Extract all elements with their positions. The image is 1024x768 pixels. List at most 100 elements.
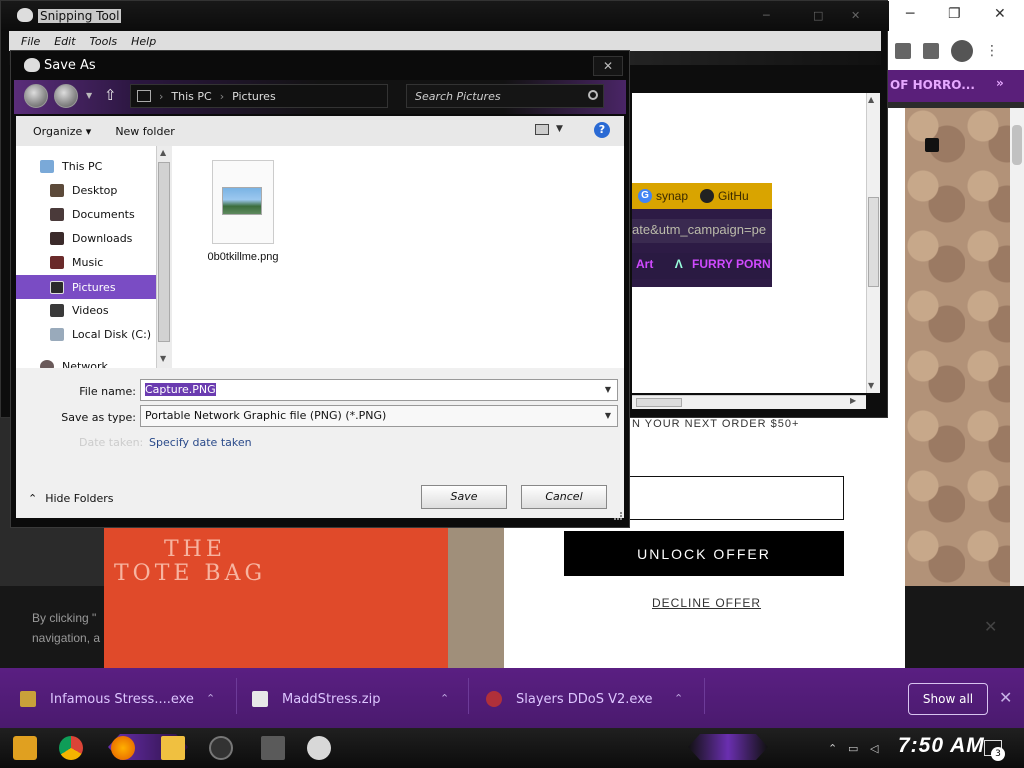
decline-offer-link[interactable]: DECLINE OFFER [652,596,761,610]
sidebar-item-this-pc[interactable]: This PC [16,154,156,178]
page-scrollbar[interactable] [1010,108,1024,668]
up-arrow-icon[interactable]: ⇧ [104,86,117,104]
chevron-up-icon[interactable]: ⌃ [440,692,449,705]
close-icon[interactable]: ✕ [999,688,1012,707]
search-input[interactable]: Search Pictures [406,84,604,108]
bookmark-horror[interactable]: OF HORRO... [890,78,975,92]
minimize-icon[interactable]: ─ [906,6,914,22]
page-scrollbar-thumb[interactable] [1012,125,1022,165]
cart-icon[interactable] [925,138,939,152]
unlock-offer-button[interactable]: UNLOCK OFFER [564,531,844,576]
download-item-2[interactable]: MaddStress.zip [252,690,380,708]
sidebar-item-label: This PC [62,159,103,173]
new-folder-button[interactable]: New folder [103,125,186,138]
sidebar-item-pictures[interactable]: Pictures [16,275,156,299]
tote-bag-image: THE TOTE BAG [104,528,504,668]
breadcrumb-this-pc[interactable]: This PC [171,90,211,103]
cancel-button[interactable]: Cancel [521,485,607,509]
forward-button[interactable] [54,84,78,108]
hide-folders-button[interactable]: ⌃ Hide Folders [28,492,114,505]
network-icon[interactable]: ▭ [848,742,858,755]
menu-edit[interactable]: Edit [49,35,80,48]
hide-folders-label: Hide Folders [45,492,114,505]
chrome-taskbar-icon[interactable] [56,732,86,764]
firefox-taskbar-icon[interactable] [108,732,138,764]
close-icon[interactable]: ✕ [994,6,1006,22]
floral-image [448,528,504,668]
github-icon [700,189,715,203]
dialog-toolbar: Organize ▾ New folder [16,116,624,146]
explorer-taskbar-icon[interactable] [158,732,188,764]
notification-badge: 3 [991,747,1005,761]
help-icon[interactable]: ? [594,122,610,138]
maximize-icon[interactable]: □ [813,9,823,22]
chevron-up-icon[interactable]: ⌃ [828,742,837,755]
cookie-banner: By clicking " navigation, a [0,586,104,668]
reading-list-icon[interactable] [895,43,911,59]
music-icon [50,255,64,269]
show-all-button[interactable]: Show all [908,683,988,715]
chevron-down-icon[interactable]: ▼ [605,385,611,394]
resize-grip[interactable] [614,512,622,520]
divider [236,678,237,714]
sidebar-item-videos[interactable]: Videos [16,298,156,322]
cookie-banner-right [905,586,1024,668]
clock[interactable]: 7:50 AM [898,734,985,758]
restore-icon[interactable]: ❐ [948,6,961,22]
sidebar-item-music[interactable]: Music [16,250,156,274]
view-options-icon[interactable] [535,124,549,135]
sidebar-item-network[interactable]: Network [16,354,156,368]
close-icon[interactable]: ✕ [851,9,860,22]
videos-icon [50,303,64,317]
volume-icon[interactable]: ◁ [870,742,878,755]
chevron-down-icon[interactable]: ▼ [605,411,611,420]
app-taskbar-icon[interactable] [206,732,236,764]
snip-vertical-scrollbar[interactable]: ▲ ▼ [866,93,880,393]
menu-tools[interactable]: Tools [85,35,123,48]
divider [704,678,705,714]
search-icon[interactable] [588,90,598,100]
snip-horizontal-scrollbar[interactable]: ▶ [632,395,866,409]
app-taskbar-icon[interactable] [258,732,288,764]
date-taken-field[interactable]: Specify date taken [149,436,252,449]
captured-tab-1: synap [656,189,689,203]
snipping-tool-icon [24,58,40,72]
sidebar-item-downloads[interactable]: Downloads [16,226,156,250]
download-item-1[interactable]: Infamous Stress....exe [20,690,194,708]
save-as-type-select[interactable]: Portable Network Graphic file (PNG) (*.P… [140,405,618,427]
organize-button[interactable]: Organize ▾ [16,125,103,138]
back-button[interactable] [24,84,48,108]
sidebar-item-label: Documents [72,207,135,221]
chevron-up-icon[interactable]: ⌃ [674,692,683,705]
menu-help[interactable]: Help [126,35,161,48]
file-name-field-label: File name: [79,385,136,398]
chevron-up-icon[interactable]: ⌃ [206,692,215,705]
cookie-close-icon[interactable]: ✕ [984,617,997,636]
captured-url: ate&utm_campaign=pe [632,219,772,243]
menu-file[interactable]: File [16,35,45,48]
file-name-label[interactable]: 0b0tkillme.png [202,251,284,263]
minimize-icon[interactable]: ─ [763,9,770,22]
sidebar-item-desktop[interactable]: Desktop [16,178,156,202]
exe-file-icon [486,691,502,707]
taskbar-decoration [688,734,768,760]
download-item-3[interactable]: Slayers DDoS V2.exe [486,690,653,708]
save-button[interactable]: Save [421,485,507,509]
date-taken-label: Date taken: [79,436,144,449]
bookmarks-overflow-icon[interactable]: » [996,76,1004,90]
sidebar-item-local-disk[interactable]: Local Disk (C:) [16,322,156,346]
recent-locations-icon[interactable]: ▼ [86,91,92,100]
dialog-close-icon[interactable]: ✕ [593,56,623,76]
sidebar-item-documents[interactable]: Documents [16,202,156,226]
start-button[interactable] [10,732,40,764]
address-bar[interactable]: › This PC › Pictures [130,84,388,108]
sidebar-icon[interactable] [923,43,939,59]
navigation-scrollbar-thumb[interactable] [158,162,170,342]
file-name-field[interactable]: Capture.PNG ▼ [140,379,618,401]
snipping-tool-taskbar-icon[interactable] [304,732,334,764]
view-dropdown-icon[interactable]: ▼ [556,124,563,134]
bookmarks-bar: OF HORRO... » [880,70,1024,102]
breadcrumb-pictures[interactable]: Pictures [232,90,276,103]
menu-icon[interactable]: ⋮ [985,43,999,59]
avatar[interactable] [951,40,973,62]
